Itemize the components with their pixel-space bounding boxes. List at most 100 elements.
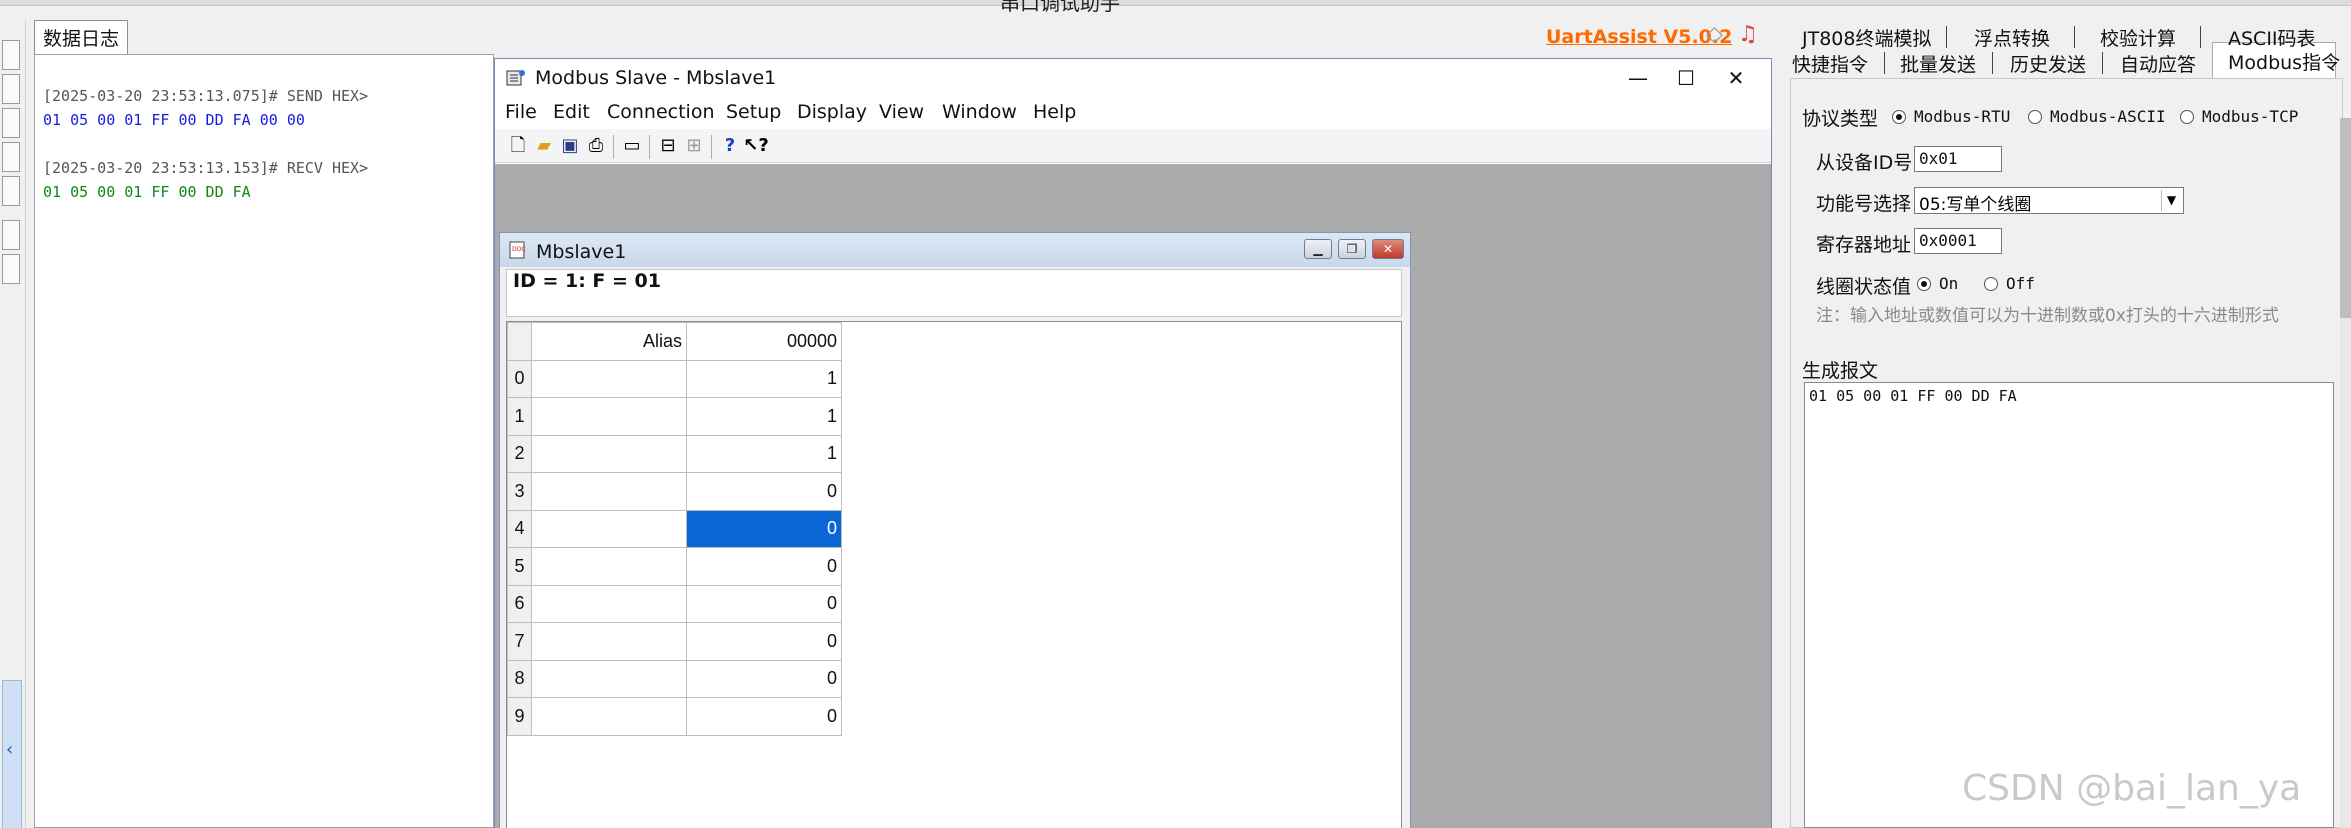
- radio-modbus-ascii[interactable]: [2028, 110, 2042, 124]
- help-icon[interactable]: ?: [717, 134, 743, 158]
- menu-window[interactable]: Window: [942, 101, 1017, 123]
- table-row[interactable]: 80: [507, 659, 842, 698]
- tab-float-convert[interactable]: 浮点转换: [1974, 24, 2050, 51]
- alias-cell[interactable]: [531, 509, 687, 548]
- coil-value-cell[interactable]: 0: [686, 584, 842, 623]
- coil-value-cell[interactable]: 1: [686, 359, 842, 398]
- coil-value-cell[interactable]: 1: [686, 397, 842, 436]
- window-icon[interactable]: ▭: [619, 134, 645, 158]
- alias-cell[interactable]: [531, 397, 687, 436]
- register-grid[interactable]: Alias 00000 01112130405060708090: [506, 321, 1402, 828]
- row-number[interactable]: 6: [507, 584, 532, 623]
- window-titlebar[interactable]: Modbus Slave - Mbslave1 — ☐ ✕: [495, 59, 1771, 97]
- chevron-down-icon[interactable]: ▼: [2161, 190, 2181, 211]
- left-tool-button[interactable]: [2, 254, 20, 284]
- table-row[interactable]: 90: [507, 697, 842, 736]
- radio-coil-off[interactable]: [1984, 277, 1998, 291]
- left-tool-button[interactable]: [2, 108, 20, 138]
- slave-id-input[interactable]: 0x01: [1914, 146, 2002, 172]
- register-address-input[interactable]: 0x0001: [1914, 228, 2002, 254]
- tab-quick-cmd[interactable]: 快捷指令: [1792, 50, 1868, 77]
- table-row[interactable]: 01: [507, 359, 842, 398]
- left-tool-button[interactable]: [2, 74, 20, 104]
- coil-value-cell[interactable]: 0: [686, 509, 842, 548]
- table-row[interactable]: 11: [507, 397, 842, 436]
- radio-modbus-rtu[interactable]: [1892, 110, 1906, 124]
- tab-batch-send[interactable]: 批量发送: [1900, 50, 1976, 77]
- radio-modbus-tcp[interactable]: [2180, 110, 2194, 124]
- tab-history-send[interactable]: 历史发送: [2010, 50, 2086, 77]
- alias-cell[interactable]: [531, 359, 687, 398]
- tab-modbus[interactable]: Modbus指令: [2228, 48, 2340, 75]
- coil-value-cell[interactable]: 1: [686, 434, 842, 473]
- connect-icon[interactable]: ⊟: [655, 134, 681, 158]
- menu-setup[interactable]: Setup: [726, 101, 781, 123]
- row-number[interactable]: 3: [507, 472, 532, 511]
- gem-icon[interactable]: ◇: [1706, 22, 1732, 48]
- brand-link[interactable]: UartAssist V5.0.2: [1546, 26, 1732, 48]
- row-number[interactable]: 0: [507, 359, 532, 398]
- chevron-left-icon[interactable]: ‹: [6, 739, 13, 760]
- alias-cell[interactable]: [531, 434, 687, 473]
- row-number[interactable]: 9: [507, 697, 532, 736]
- save-icon[interactable]: ▣: [557, 134, 583, 158]
- coil-value-cell[interactable]: 0: [686, 472, 842, 511]
- row-number[interactable]: 4: [507, 509, 532, 548]
- menu-edit[interactable]: Edit: [553, 101, 590, 123]
- alias-cell[interactable]: [531, 472, 687, 511]
- coil-value-cell[interactable]: 0: [686, 622, 842, 661]
- child-close-icon[interactable]: ✕: [1372, 239, 1404, 259]
- alias-cell[interactable]: [531, 697, 687, 736]
- scrollbar-thumb[interactable]: [2340, 118, 2351, 318]
- close-icon[interactable]: ✕: [1713, 61, 1759, 95]
- tab-jt808[interactable]: JT808终端模拟: [1802, 24, 1931, 51]
- bell-icon[interactable]: ♫: [1738, 22, 1764, 48]
- child-minimize-icon[interactable]: ▁: [1304, 239, 1332, 259]
- coil-value-cell[interactable]: 0: [686, 659, 842, 698]
- row-number[interactable]: 8: [507, 659, 532, 698]
- menu-connection[interactable]: Connection: [607, 101, 715, 123]
- coil-value-cell[interactable]: 0: [686, 547, 842, 586]
- left-tool-button[interactable]: [2, 142, 20, 172]
- menu-file[interactable]: File: [505, 101, 537, 123]
- coil-value-cell[interactable]: 0: [686, 697, 842, 736]
- left-tool-button[interactable]: [2, 220, 20, 250]
- maximize-icon[interactable]: ☐: [1663, 61, 1709, 95]
- table-row[interactable]: 70: [507, 622, 842, 661]
- child-restore-icon[interactable]: ❐: [1338, 239, 1366, 259]
- menu-view[interactable]: View: [879, 101, 924, 123]
- context-help-icon[interactable]: ↖?: [743, 134, 769, 158]
- table-row[interactable]: 21: [507, 434, 842, 473]
- menu-display[interactable]: Display: [797, 101, 867, 123]
- column-address[interactable]: 00000: [686, 322, 842, 361]
- tab-ascii-table[interactable]: ASCII码表: [2228, 24, 2316, 51]
- table-row[interactable]: 30: [507, 472, 842, 511]
- print-icon[interactable]: ⎙: [583, 134, 609, 158]
- tab-data-log[interactable]: 数据日志: [34, 20, 128, 54]
- row-number[interactable]: 7: [507, 622, 532, 661]
- new-file-icon[interactable]: 🗋: [505, 134, 531, 158]
- left-tool-button[interactable]: [2, 176, 20, 206]
- minimize-icon[interactable]: —: [1615, 61, 1661, 95]
- tab-auto-reply[interactable]: 自动应答: [2120, 50, 2196, 77]
- function-select[interactable]: 05:写单个线圈 ▼: [1914, 187, 2184, 215]
- table-row[interactable]: 60: [507, 584, 842, 623]
- alias-cell[interactable]: [531, 622, 687, 661]
- data-log-area[interactable]: [2025-03-20 23:53:13.075]# SEND HEX> 01 …: [34, 54, 494, 828]
- alias-cell[interactable]: [531, 547, 687, 586]
- left-scrollbar[interactable]: ‹: [2, 680, 22, 828]
- generated-message-box[interactable]: 01 05 00 01 FF 00 DD FA: [1804, 382, 2334, 828]
- radio-coil-on[interactable]: [1917, 277, 1931, 291]
- child-titlebar[interactable]: DOC Mbslave1 ▁ ❐ ✕: [500, 233, 1410, 267]
- left-tool-button[interactable]: [2, 40, 20, 70]
- table-row[interactable]: 50: [507, 547, 842, 586]
- column-alias[interactable]: Alias: [531, 322, 687, 361]
- row-number[interactable]: 1: [507, 397, 532, 436]
- open-folder-icon[interactable]: ▰: [531, 134, 557, 158]
- alias-cell[interactable]: [531, 659, 687, 698]
- disconnect-icon[interactable]: ⊞: [681, 134, 707, 158]
- table-row[interactable]: 40: [507, 509, 842, 548]
- menu-help[interactable]: Help: [1033, 101, 1076, 123]
- row-number[interactable]: 5: [507, 547, 532, 586]
- right-panel-scrollbar[interactable]: [2340, 118, 2351, 828]
